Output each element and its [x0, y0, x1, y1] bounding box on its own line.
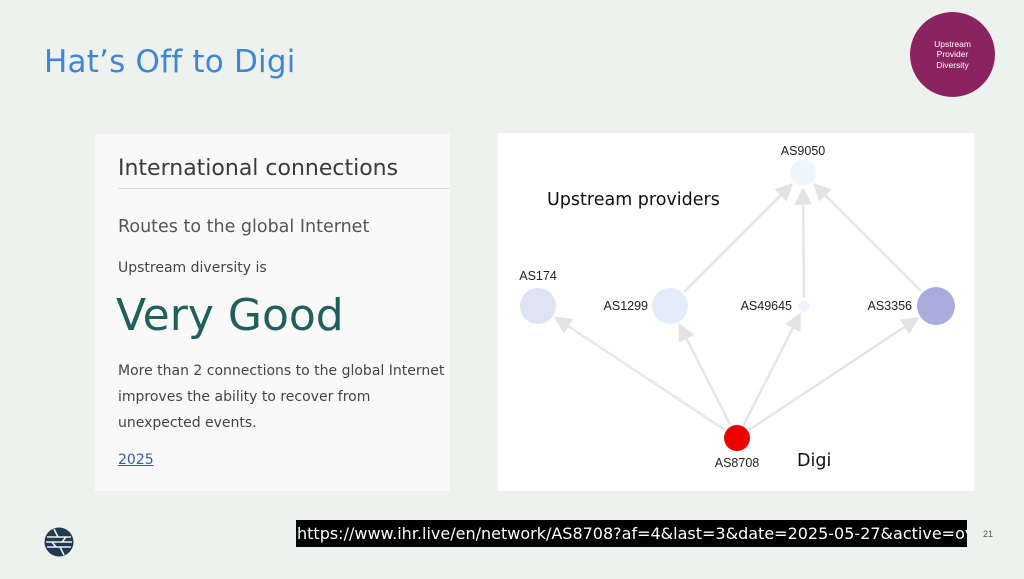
connections-card: International connections Routes to the … [95, 134, 450, 491]
origin-label: Digi [797, 451, 832, 471]
page-number: 21 [983, 529, 994, 539]
node-label-AS49645: AS49645 [741, 299, 792, 313]
diversity-label: Upstream diversity is [118, 260, 267, 276]
upstream-graph: AS9050 AS174 AS1299 AS49645 AS3356 AS8708 Ups… [498, 133, 974, 491]
edge-AS8708-AS174 [554, 316, 726, 431]
card-heading: International connections [118, 156, 399, 181]
node-AS1299[interactable] [652, 288, 688, 324]
node-label-AS8708: AS8708 [715, 456, 760, 470]
node-label-AS9050: AS9050 [781, 144, 826, 158]
node-label-AS3356: AS3356 [868, 299, 913, 313]
card-divider [118, 188, 450, 189]
node-label-AS1299: AS1299 [604, 299, 649, 313]
graph-canvas: AS9050 AS174 AS1299 AS49645 AS3356 AS8708 [519, 144, 955, 470]
node-AS174[interactable] [520, 288, 556, 324]
node-AS3356[interactable] [917, 287, 955, 325]
year-link[interactable]: 2025 [118, 452, 154, 468]
globe-logo-icon [44, 527, 74, 557]
node-label-AS174: AS174 [519, 269, 557, 283]
card-subheading: Routes to the global Internet [118, 217, 370, 237]
graph-title: Upstream providers [547, 190, 720, 210]
section-badge-label: Upstream Provider Diversity [934, 38, 971, 70]
edge-AS8708-AS3356 [748, 317, 920, 431]
diversity-rating: Very Good [116, 290, 344, 341]
node-AS8708[interactable] [724, 425, 750, 451]
edge-AS49645-AS9050 [794, 187, 812, 299]
node-AS49645[interactable] [798, 300, 810, 312]
card-description: More than 2 connections to the global In… [118, 363, 445, 431]
slide-title: Hat’s Off to Digi [44, 44, 296, 80]
section-badge: Upstream Provider Diversity [910, 12, 995, 97]
edge-AS8708-AS1299 [678, 323, 732, 426]
node-AS9050[interactable] [790, 160, 816, 186]
edge-AS3356-AS9050 [813, 183, 923, 293]
source-url[interactable]: https://www.ihr.live/en/network/AS8708?a… [296, 520, 967, 547]
edge-AS8708-AS49645 [742, 312, 802, 426]
